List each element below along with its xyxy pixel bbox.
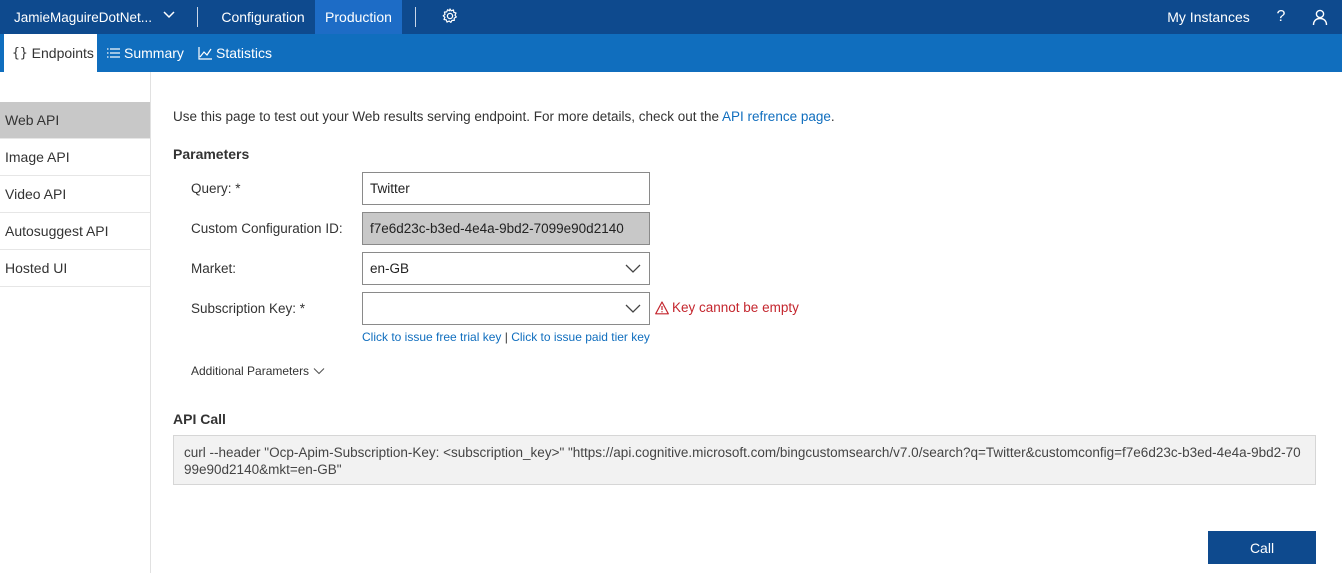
api-call-heading: API Call: [173, 411, 226, 427]
intro-text: Use this page to test out your Web resul…: [173, 109, 835, 124]
custom-config-value: f7e6d23c-b3ed-4e4a-9bd2-7099e90d2140: [370, 221, 624, 236]
tab-endpoints[interactable]: {} Endpoints: [4, 34, 97, 72]
tab-endpoints-label: Endpoints: [31, 45, 94, 61]
instance-selector[interactable]: JamieMaguireDotNet...: [0, 0, 188, 34]
api-reference-link[interactable]: API refrence page: [722, 109, 831, 124]
tab-summary-label: Summary: [124, 45, 184, 61]
parameters-heading: Parameters: [173, 146, 250, 162]
sidebar-item-autosuggest-api[interactable]: Autosuggest API: [0, 213, 150, 250]
list-icon: [107, 48, 120, 58]
call-button[interactable]: Call: [1208, 531, 1316, 564]
additional-parameters-label: Additional Parameters: [191, 364, 310, 378]
query-label: Query: *: [191, 181, 241, 196]
api-call-box: curl --header "Ocp-Apim-Subscription-Key…: [173, 435, 1316, 485]
paid-tier-key-link[interactable]: Click to issue paid tier key: [511, 330, 650, 344]
chevron-down-icon: [313, 368, 325, 375]
divider: [197, 7, 198, 27]
custom-config-field: f7e6d23c-b3ed-4e4a-9bd2-7099e90d2140: [362, 212, 650, 245]
warning-icon: [655, 300, 669, 314]
market-select[interactable]: en-GB: [362, 252, 650, 285]
sidebar-item-web-api[interactable]: Web API: [0, 102, 150, 139]
divider: [415, 7, 416, 27]
tab-summary[interactable]: Summary: [106, 34, 190, 72]
query-input[interactable]: Twitter: [362, 172, 650, 205]
link-separator: |: [504, 330, 508, 344]
chevron-down-icon: [625, 264, 641, 273]
chevron-down-icon: [163, 11, 175, 19]
top-bar: JamieMaguireDotNet... Configuration Prod…: [0, 0, 1342, 34]
braces-icon: {}: [12, 46, 28, 61]
sidebar: Web API Image API Video API Autosuggest …: [0, 72, 151, 573]
sidebar-item-hosted-ui[interactable]: Hosted UI: [0, 250, 150, 287]
chart-icon: [198, 47, 212, 60]
chevron-down-icon: [625, 304, 641, 313]
instance-name: JamieMaguireDotNet...: [14, 9, 153, 25]
nav-production[interactable]: Production: [315, 0, 402, 34]
nav-configuration[interactable]: Configuration: [211, 0, 315, 34]
error-text: Key cannot be empty: [672, 300, 799, 315]
sidebar-item-image-api[interactable]: Image API: [0, 139, 150, 176]
custom-config-label: Custom Configuration ID:: [191, 221, 343, 236]
tab-statistics-label: Statistics: [216, 45, 273, 61]
market-label: Market:: [191, 261, 237, 276]
market-value: en-GB: [370, 261, 410, 276]
intro-text-end: .: [830, 109, 835, 124]
additional-parameters-toggle[interactable]: Additional Parameters: [191, 364, 325, 378]
gear-icon[interactable]: [441, 7, 459, 25]
intro-text-body: Use this page to test out your Web resul…: [173, 109, 723, 124]
key-links: Click to issue free trial key | Click to…: [362, 330, 650, 344]
query-value: Twitter: [370, 181, 410, 196]
tab-statistics[interactable]: Statistics: [198, 34, 278, 72]
sidebar-item-video-api[interactable]: Video API: [0, 176, 150, 213]
subscription-key-select[interactable]: [362, 292, 650, 325]
question-icon[interactable]: ?: [1270, 0, 1292, 34]
subscription-key-error: Key cannot be empty: [655, 300, 799, 315]
user-icon[interactable]: [1311, 8, 1329, 26]
free-trial-key-link[interactable]: Click to issue free trial key: [362, 330, 501, 344]
subscription-key-label: Subscription Key: *: [191, 301, 306, 316]
sub-navigation: {} Endpoints Summary Statistics: [0, 34, 1342, 72]
my-instances-link[interactable]: My Instances: [1160, 0, 1257, 34]
